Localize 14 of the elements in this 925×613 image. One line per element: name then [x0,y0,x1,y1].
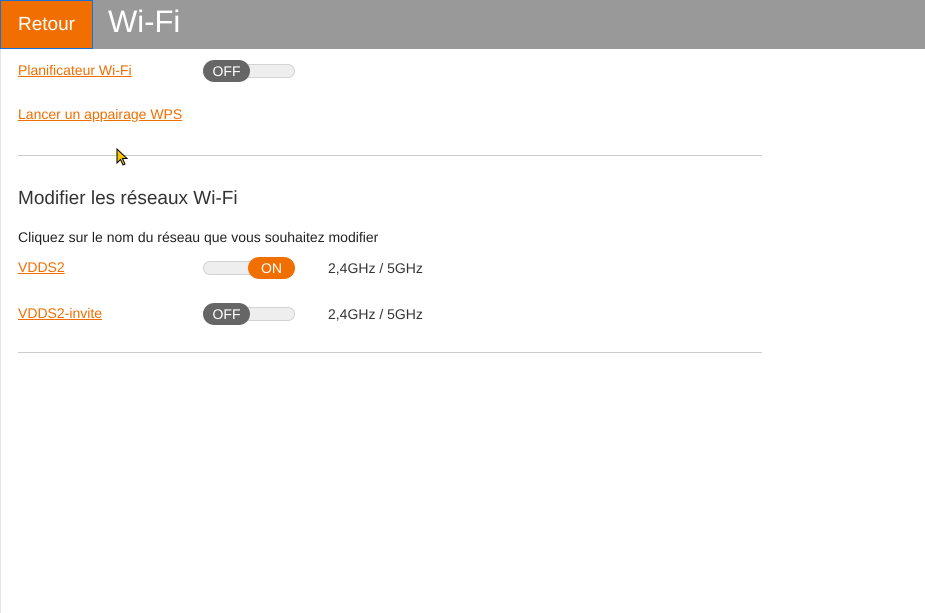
back-button[interactable]: Retour [0,0,93,49]
pointer-icon [116,148,128,166]
option-link[interactable]: Planificateur Wi-Fi [18,62,132,78]
option-link[interactable]: Lancer un appairage WPS [18,106,182,122]
network-link[interactable]: VDDS2 [18,259,65,275]
toggle-knob[interactable]: OFF [203,60,250,82]
instruction-text: Cliquez sur le nom du réseau que vous souhaitez modifier [18,229,380,245]
band-text: 2,4GHz / 5GHz [328,260,423,276]
page-title: Wi-Fi [108,4,180,40]
band-text: 2,4GHz / 5GHz [328,306,423,322]
network-link[interactable]: VDDS2-invite [18,305,102,321]
toggle-knob[interactable]: ON [248,257,295,279]
section-heading: Modifier les réseaux Wi-Fi [18,188,239,210]
toggle-knob[interactable]: OFF [203,303,250,325]
